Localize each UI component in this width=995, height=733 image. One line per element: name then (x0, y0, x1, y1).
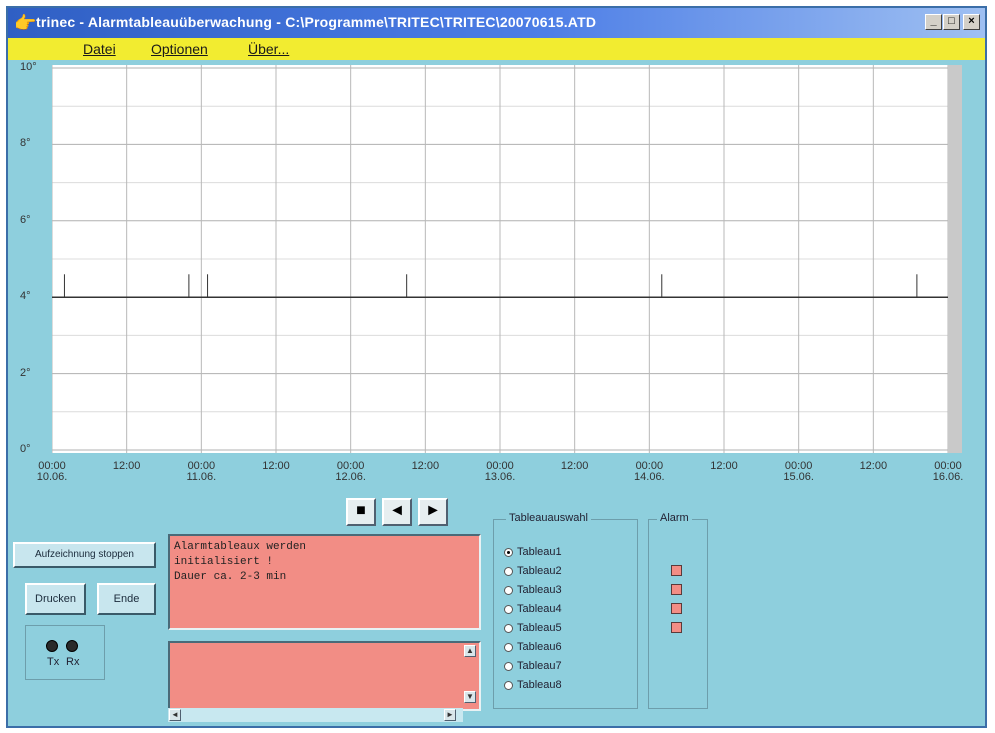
radio-button[interactable] (504, 604, 513, 614)
chart-area: 10° 8° 6° 4° 2° 0° 00:00 10.06. 12:00 00:00 11.06… (8, 60, 985, 498)
alarm-indicator (671, 603, 682, 614)
x-tick-label: 00:00 14.06. (619, 461, 679, 483)
menu-optionen[interactable]: Optionen (151, 41, 208, 57)
tableau-radio-option[interactable]: Tableau5 (504, 622, 562, 634)
status-log-textbox[interactable]: Alarmtableaux werden initialisiert ! Dau… (168, 534, 481, 630)
x-tick-label: 12:00 (545, 461, 605, 472)
rx-label: Rx (66, 656, 80, 668)
minimize-button[interactable]: _ (925, 14, 942, 30)
radio-label: Tableau2 (517, 565, 562, 577)
maximize-button[interactable]: □ (943, 14, 960, 30)
stop-recording-button[interactable]: Aufzeichnung stoppen (13, 542, 156, 568)
chart-plot (51, 65, 955, 453)
x-tick-time: 12:00 (411, 460, 440, 472)
tableau-selection-group: Tableauauswahl Tableau1 Tableau2 Tableau3 T… (493, 512, 638, 709)
tableau-radio-option[interactable]: Tableau6 (504, 641, 562, 653)
x-tick-time: 12:00 (112, 460, 141, 472)
next-button[interactable]: ► (418, 498, 448, 526)
x-tick-label: 00:00 13.06. (470, 461, 530, 483)
x-tick-label: 00:00 12.06. (321, 461, 381, 483)
x-tick-date: 11.06. (186, 471, 217, 483)
x-tick-label: 12:00 (843, 461, 903, 472)
x-tick-date: 15.06. (783, 471, 814, 483)
tableau-radio-option[interactable]: Tableau2 (504, 565, 562, 577)
close-button[interactable]: × (963, 14, 980, 30)
x-tick-time: 12:00 (560, 460, 589, 472)
x-tick-date: 14.06. (634, 471, 665, 483)
x-tick-label: 00:00 11.06. (171, 461, 231, 483)
chart-vertical-scrollbar[interactable] (948, 65, 962, 453)
x-tick-date: 16.06. (932, 471, 964, 483)
x-tick-time: 12:00 (710, 460, 738, 472)
x-tick-label: 12:00 (97, 461, 157, 472)
radio-label: Tableau8 (517, 679, 562, 691)
scroll-down-icon[interactable]: ▼ (464, 691, 476, 703)
alarm-title: Alarm (657, 512, 692, 524)
x-tick-label: 00:00 15.06. (769, 461, 829, 483)
y-tick-label: 8° (20, 137, 31, 150)
x-tick-label: 12:00 (694, 461, 754, 472)
stop-button[interactable]: ■ (346, 498, 376, 526)
radio-button[interactable] (504, 642, 513, 652)
y-tick-label: 6° (20, 213, 31, 226)
radio-label: Tableau7 (517, 660, 562, 672)
x-tick-date: 12.06. (335, 471, 366, 483)
rx-led-icon (66, 640, 78, 652)
x-tick-time: 12:00 (262, 460, 290, 472)
radio-button[interactable] (504, 661, 513, 671)
y-tick-label: 0° (20, 443, 31, 455)
alarm-group: Alarm (648, 512, 708, 709)
alarm-indicator (671, 584, 682, 595)
x-tick-label: 12:00 (246, 461, 306, 472)
print-button[interactable]: Drucken (25, 583, 86, 615)
tableau-selection-title: Tableauauswahl (506, 512, 591, 524)
menu-uber[interactable]: Über... (248, 41, 289, 57)
scroll-up-icon[interactable]: ▲ (464, 645, 476, 657)
scroll-right-icon[interactable]: ► (444, 709, 456, 721)
tableau-radio-option[interactable]: Tableau3 (504, 584, 562, 596)
radio-label: Tableau3 (517, 584, 562, 596)
radio-button[interactable] (504, 585, 513, 595)
radio-label: Tableau1 (517, 546, 562, 558)
x-tick-label: 12:00 (395, 461, 455, 472)
radio-button[interactable] (504, 566, 513, 576)
led-panel: Tx Rx (25, 625, 105, 680)
scroll-left-icon[interactable]: ◄ (169, 709, 181, 721)
message-textbox[interactable]: ▲ ▼ (168, 641, 481, 711)
radio-button[interactable] (504, 680, 513, 690)
y-tick-label: 4° (20, 290, 31, 303)
app-logo-icon: 👉 (14, 13, 37, 33)
x-tick-label: 00:00 16.06. (918, 461, 978, 483)
tableau-radio-option[interactable]: Tableau7 (504, 660, 562, 672)
radio-button[interactable] (504, 547, 513, 557)
x-tick-label: 00:00 10.06. (22, 461, 82, 483)
tableau-radio-option[interactable]: Tableau4 (504, 603, 562, 615)
x-tick-time: 12:00 (859, 460, 888, 472)
radio-label: Tableau6 (517, 641, 562, 653)
window-title: trinec - Alarmtableauüberwachung - C:\Pr… (36, 14, 597, 30)
alarm-indicator (671, 622, 682, 633)
x-tick-date: 13.06. (484, 471, 516, 483)
status-log-text: Alarmtableaux werden initialisiert ! Dau… (174, 541, 307, 583)
message-horizontal-scrollbar[interactable]: ◄ ► (168, 708, 463, 722)
tx-led-icon (46, 640, 58, 652)
radio-button[interactable] (504, 623, 513, 633)
alarm-indicator (671, 565, 682, 576)
title-bar[interactable]: 👉 trinec - Alarmtableauüberwachung - C:\… (8, 8, 985, 38)
radio-label: Tableau4 (517, 603, 562, 615)
radio-label: Tableau5 (517, 622, 562, 634)
chart-svg (51, 65, 955, 453)
menu-bar: Datei Optionen Über... (8, 38, 985, 60)
tx-label: Tx (47, 656, 60, 668)
y-tick-label: 10° (20, 61, 37, 73)
end-button[interactable]: Ende (97, 583, 156, 615)
x-tick-date: 10.06. (36, 471, 68, 483)
menu-datei[interactable]: Datei (83, 41, 116, 57)
y-tick-label: 2° (20, 366, 31, 379)
tableau-radio-option[interactable]: Tableau8 (504, 679, 562, 691)
app-window: 👉 trinec - Alarmtableauüberwachung - C:\… (6, 6, 987, 728)
previous-button[interactable]: ◄ (382, 498, 412, 526)
tableau-radio-option[interactable]: Tableau1 (504, 546, 562, 558)
